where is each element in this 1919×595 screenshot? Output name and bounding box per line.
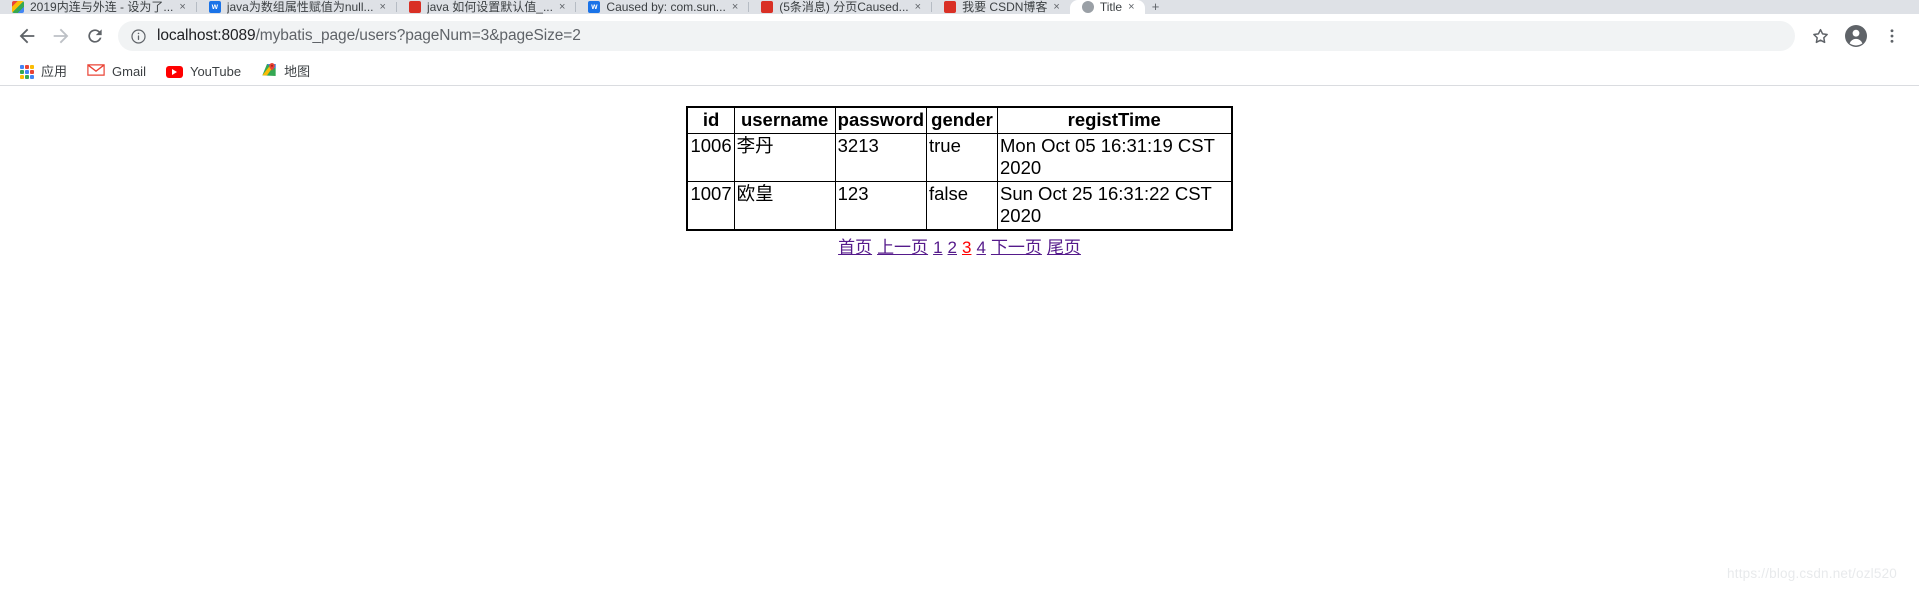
blue-doc-icon: w [588, 1, 601, 13]
colorful-icon [12, 1, 24, 13]
bookmark-label: 应用 [41, 64, 68, 79]
google-maps-icon [261, 62, 277, 81]
toolbar-actions [1803, 19, 1909, 53]
forward-button[interactable] [44, 19, 78, 53]
close-icon[interactable]: × [1053, 0, 1059, 14]
url-host: localhost:8089 [157, 27, 256, 44]
cell-id: 1007 [686, 180, 735, 231]
close-icon[interactable]: × [1128, 0, 1134, 14]
tab-title: (5条消息) 分页Caused... [779, 0, 909, 14]
table-row: 1006 李丹 3213 true Mon Oct 05 16:31:19 CS… [686, 132, 1232, 182]
close-icon[interactable]: × [732, 0, 738, 14]
cell-username: 李丹 [733, 132, 836, 182]
cell-gender: true [926, 132, 998, 182]
cell-username: 欧皇 [733, 180, 836, 231]
tab-title: java为数组属性赋值为null... [226, 0, 374, 14]
bookmark-label: Gmail [112, 64, 146, 79]
users-table: id username password gender registTime 1… [686, 106, 1233, 231]
bookmark-youtube[interactable]: YouTube [158, 61, 249, 82]
bookmark-apps[interactable]: 应用 [12, 61, 75, 82]
column-header-id: id [686, 106, 735, 134]
blue-doc-icon: w [208, 1, 221, 13]
tab-title: 2019内连与外连 - 设为了... [30, 0, 174, 14]
reload-button[interactable] [78, 19, 112, 53]
table-body: 1006 李丹 3213 true Mon Oct 05 16:31:19 CS… [686, 132, 1232, 231]
browser-tab-3[interactable]: java 如何设置默认值_... × [397, 0, 575, 14]
pagination-page-4[interactable]: 4 [976, 238, 985, 257]
cell-gender: false [926, 180, 998, 231]
red-pdf-icon [761, 1, 774, 13]
tab-title: Title [1099, 0, 1123, 14]
close-icon[interactable]: × [380, 0, 386, 14]
pagination-next-link[interactable]: 下一页 [991, 238, 1042, 257]
url-path: /mybatis_page/users?pageNum=3&pageSize=2 [255, 27, 581, 44]
browser-tab-4[interactable]: w Caused by: com.sun... × [576, 0, 748, 14]
site-info-icon[interactable] [130, 28, 147, 45]
tab-title: java 如何设置默认值_... [426, 0, 553, 14]
cell-password: 123 [834, 180, 928, 231]
table-header-row: id username password gender registTime [686, 106, 1232, 134]
grey-globe-icon [1081, 1, 1094, 13]
pagination-first-link[interactable]: 首页 [838, 238, 872, 257]
cell-registtime: Mon Oct 05 16:31:19 CST 2020 [997, 132, 1232, 182]
page-content: id username password gender registTime 1… [0, 86, 1919, 259]
new-tab-button[interactable]: + [1145, 0, 1167, 14]
browser-window: 2019内连与外连 - 设为了... × w java为数组属性赋值为null.… [0, 0, 1919, 595]
cell-password: 3213 [834, 132, 928, 182]
content-center-wrapper: id username password gender registTime 1… [0, 106, 1919, 259]
close-icon[interactable]: × [179, 0, 185, 14]
browser-tab-6[interactable]: 我要 CSDN博客 × [932, 0, 1070, 14]
cell-registtime: Sun Oct 25 16:31:22 CST 2020 [997, 180, 1232, 231]
bookmark-maps[interactable]: 地图 [253, 59, 318, 84]
youtube-icon [165, 65, 183, 78]
watermark: https://blog.csdn.net/ozl520 [1727, 566, 1897, 581]
cell-id: 1006 [686, 132, 735, 182]
profile-avatar-icon[interactable] [1839, 19, 1873, 53]
column-header-registtime: registTime [997, 106, 1232, 134]
browser-tab-5[interactable]: (5条消息) 分页Caused... × [749, 0, 931, 14]
table-row: 1007 欧皇 123 false Sun Oct 25 16:31:22 CS… [686, 180, 1232, 231]
pagination-page-1[interactable]: 1 [933, 238, 942, 257]
tab-title: Caused by: com.sun... [606, 0, 726, 14]
url-text: localhost:8089/mybatis_page/users?pageNu… [157, 27, 581, 45]
bookmark-label: YouTube [189, 64, 242, 79]
bookmark-gmail[interactable]: Gmail [79, 60, 154, 83]
column-header-password: password [834, 106, 928, 134]
close-icon[interactable]: × [559, 0, 565, 14]
tab-strip: 2019内连与外连 - 设为了... × w java为数组属性赋值为null.… [0, 0, 1919, 14]
browser-toolbar: localhost:8089/mybatis_page/users?pageNu… [0, 14, 1919, 58]
pagination: 首页 上一页 1 2 3 4 下一页 尾页 [837, 237, 1082, 259]
browser-tab-active[interactable]: Title × [1069, 0, 1145, 14]
bookmark-star-icon[interactable] [1803, 19, 1837, 53]
red-pdf-icon [944, 1, 957, 13]
bookmark-label: 地图 [284, 64, 311, 79]
back-button[interactable] [10, 19, 44, 53]
pagination-page-3-current[interactable]: 3 [962, 238, 971, 257]
page-viewport: id username password gender registTime 1… [0, 86, 1919, 594]
close-icon[interactable]: × [915, 0, 921, 14]
pagination-page-2[interactable]: 2 [948, 238, 957, 257]
chrome-menu-icon[interactable] [1875, 19, 1909, 53]
gmail-icon [87, 63, 105, 80]
column-header-username: username [733, 106, 836, 134]
column-header-gender: gender [926, 106, 998, 134]
browser-tab-2[interactable]: w java为数组属性赋值为null... × [197, 0, 396, 14]
tab-title: 我要 CSDN博客 [962, 0, 1048, 14]
table-header: id username password gender registTime [686, 106, 1232, 134]
bookmarks-bar: 应用 Gmail YouTube 地图 [0, 58, 1919, 86]
apps-grid-icon [20, 64, 34, 79]
red-pdf-icon [408, 1, 421, 13]
address-bar[interactable]: localhost:8089/mybatis_page/users?pageNu… [118, 21, 1795, 51]
browser-tab-1[interactable]: 2019内连与外连 - 设为了... × [0, 0, 196, 14]
pagination-last-link[interactable]: 尾页 [1047, 238, 1081, 257]
pagination-prev-link[interactable]: 上一页 [877, 238, 928, 257]
